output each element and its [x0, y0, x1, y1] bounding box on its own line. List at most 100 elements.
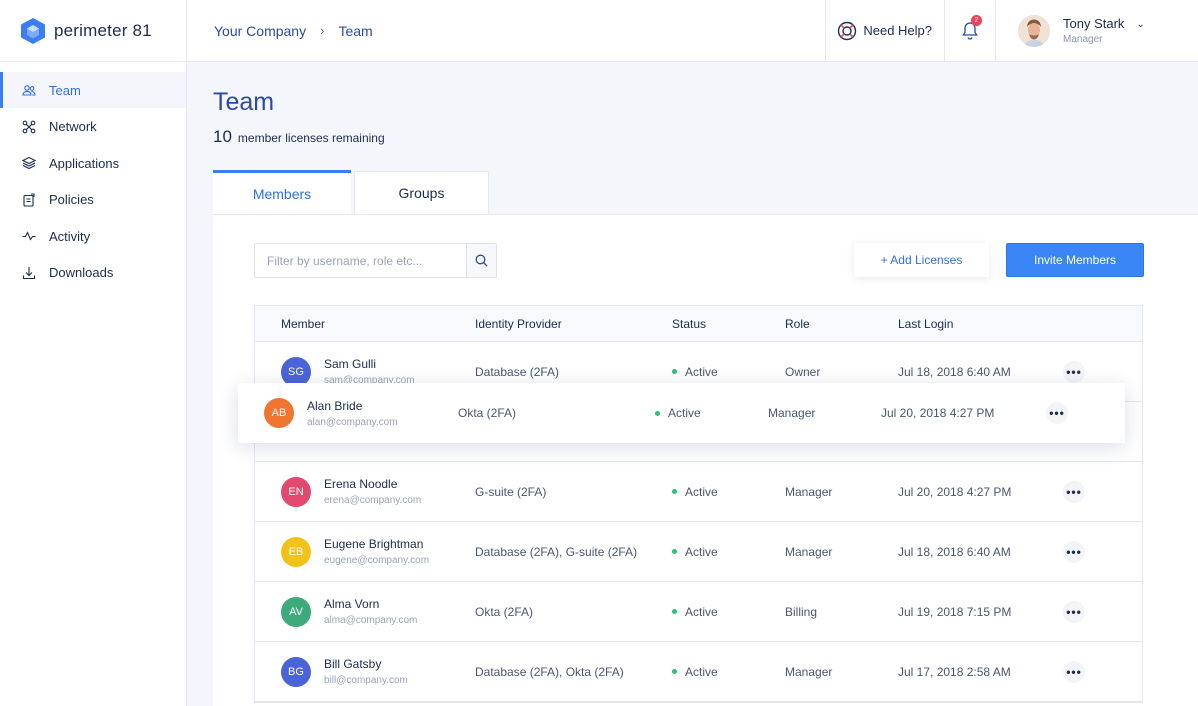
member-name: Bill Gatsby [324, 657, 382, 671]
sidebar-item-activity[interactable]: Activity [0, 218, 186, 254]
status-label: Active [685, 664, 718, 679]
status-badge: Active [672, 545, 785, 559]
identity-provider: G-suite (2FA) [475, 484, 547, 499]
licenses-remaining: 10 member licenses remaining [213, 127, 385, 147]
status-dot-icon [672, 369, 677, 374]
identity-provider: Okta (2FA) [458, 406, 517, 420]
avatar: SG [281, 356, 311, 387]
network-icon [22, 120, 36, 134]
breadcrumb-current: Team [338, 22, 373, 39]
column-header-role[interactable]: Role [785, 317, 898, 331]
status-dot-icon [672, 609, 677, 614]
policies-icon [22, 192, 36, 207]
identity-provider: Database (2FA) [475, 364, 560, 379]
status-dot-icon [672, 489, 677, 494]
notifications-button[interactable]: 2 [944, 0, 995, 62]
table-row[interactable]: EB Eugene Brightman eugene@company.com D… [255, 522, 1142, 582]
search-icon [475, 254, 488, 267]
tab-groups[interactable]: Groups [354, 171, 489, 214]
member-email: alma@company.com [324, 615, 418, 626]
column-header-last-login[interactable]: Last Login [898, 317, 1063, 331]
last-login: Jul 18, 2018 6:40 AM [898, 544, 1011, 559]
identity-provider: Okta (2FA) [475, 604, 534, 619]
member-name: Alma Vorn [324, 597, 380, 611]
more-options-icon[interactable]: ••• [1063, 360, 1085, 383]
status-dot-icon [655, 410, 660, 416]
members-panel: + Add Licenses Invite Members Member Ide… [213, 214, 1198, 706]
column-header-member[interactable]: Member [255, 317, 475, 331]
user-menu[interactable]: Tony Stark Manager ⌄ [995, 0, 1198, 62]
sidebar-item-label: Downloads [49, 265, 114, 280]
role: Manager [785, 544, 833, 559]
sidebar-item-team[interactable]: Team [0, 72, 186, 108]
avatar: EN [281, 476, 311, 507]
sidebar-item-applications[interactable]: Applications [0, 145, 186, 181]
user-info: Tony Stark Manager [1063, 16, 1124, 45]
last-login: Jul 18, 2018 6:40 AM [898, 364, 1011, 379]
table-row[interactable]: BG Bill Gatsby bill@company.com Database… [255, 642, 1142, 702]
role: Billing [785, 604, 818, 619]
breadcrumb: Your Company › Team [187, 23, 825, 39]
licenses-count: 10 [213, 127, 232, 146]
last-login: Jul 20, 2018 4:27 PM [881, 406, 995, 420]
sidebar-nav: Team Network Applications Policies Activ… [0, 72, 186, 291]
member-email: erena@company.com [324, 495, 422, 506]
status-badge: Active [655, 406, 768, 420]
sidebar-item-network[interactable]: Network [0, 109, 186, 145]
last-login: Jul 19, 2018 7:15 PM [898, 604, 1012, 619]
chevron-right-icon: › [320, 23, 325, 38]
members-table: Member Identity Provider Status Role Las… [254, 305, 1143, 703]
status-badge: Active [672, 665, 785, 679]
status-label: Active [685, 484, 718, 499]
status-dot-icon [672, 669, 677, 674]
avatar: EB [281, 536, 311, 567]
role: Manager [785, 664, 833, 679]
invite-members-button[interactable]: Invite Members [1006, 243, 1144, 277]
member-name: Eugene Brightman [324, 537, 424, 551]
chevron-down-icon: ⌄ [1136, 19, 1145, 30]
notification-badge: 2 [971, 14, 982, 26]
avatar [1018, 14, 1050, 47]
status-label: Active [685, 544, 718, 559]
licenses-text: member licenses remaining [237, 131, 385, 145]
activity-icon [22, 229, 36, 243]
more-options-icon[interactable]: ••• [1063, 480, 1085, 503]
status-badge: Active [672, 485, 785, 499]
help-button[interactable]: Need Help? [825, 0, 944, 62]
member-name: Alan Bride [307, 398, 363, 413]
sidebar-item-policies[interactable]: Policies [0, 182, 186, 218]
member-name: Sam Gulli [324, 357, 377, 371]
column-header-status[interactable]: Status [672, 317, 785, 331]
sidebar-item-downloads[interactable]: Downloads [0, 255, 186, 291]
search-input[interactable] [255, 253, 466, 268]
more-options-icon[interactable]: ••• [1063, 660, 1085, 683]
member-email: eugene@company.com [324, 555, 430, 566]
top-header: Your Company › Team Need Help? 2 Tony St… [187, 0, 1198, 62]
identity-provider: Database (2FA), G-suite (2FA) [475, 544, 638, 559]
column-header-identity-provider[interactable]: Identity Provider [475, 317, 672, 331]
role: Manager [768, 406, 816, 420]
sidebar-item-label: Network [49, 119, 97, 134]
lifebuoy-icon [838, 21, 857, 40]
last-login: Jul 17, 2018 2:58 AM [898, 664, 1011, 679]
add-licenses-button[interactable]: + Add Licenses [854, 243, 989, 277]
status-label: Active [685, 364, 718, 379]
table-row[interactable]: AV Alma Vorn alma@company.com Okta (2FA)… [255, 582, 1142, 642]
status-label: Active [685, 604, 718, 619]
status-badge: Active [672, 365, 785, 379]
tab-members[interactable]: Members [213, 170, 351, 215]
more-options-icon[interactable]: ••• [1063, 540, 1085, 563]
more-options-icon[interactable]: ••• [1046, 402, 1068, 424]
logo[interactable]: perimeter 81 [0, 0, 186, 62]
applications-icon [22, 156, 36, 170]
role: Owner [785, 364, 821, 379]
user-role: Manager [1063, 34, 1103, 45]
more-options-icon[interactable]: ••• [1063, 600, 1085, 623]
help-label: Need Help? [863, 23, 932, 38]
breadcrumb-company[interactable]: Your Company [214, 23, 306, 39]
search-button[interactable] [466, 244, 496, 277]
dragging-table-row[interactable]: AB Alan Bride alan@company.com Okta (2FA… [238, 383, 1125, 443]
table-header: Member Identity Provider Status Role Las… [255, 306, 1142, 342]
avatar: AV [281, 596, 311, 627]
table-row[interactable]: EN Erena Noodle erena@company.com G-suit… [255, 462, 1142, 522]
